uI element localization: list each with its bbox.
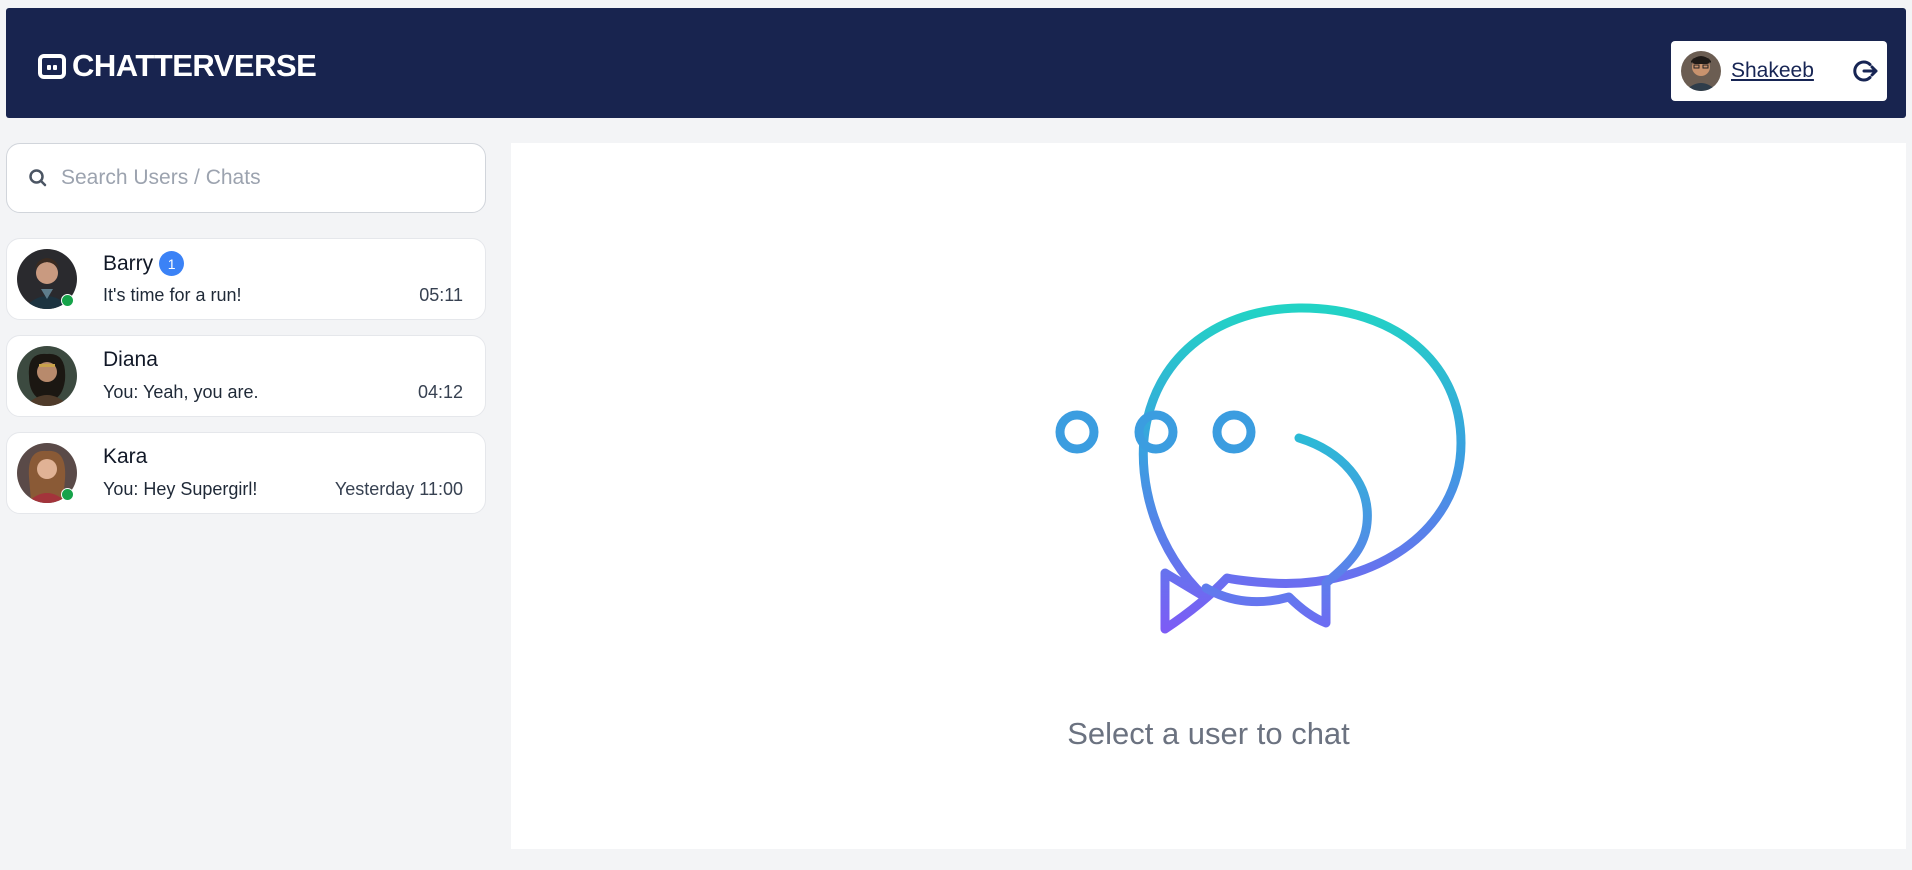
chat-name-label: Barry — [103, 251, 154, 275]
chat-bot-icon — [38, 53, 66, 79]
empty-state-text: Select a user to chat — [1067, 716, 1350, 751]
chat-preview: You: Hey Supergirl! — [103, 479, 258, 499]
unread-badge: 1 — [159, 251, 185, 276]
chat-preview: You: Yeah, you are. — [103, 382, 259, 402]
chat-bubbles-icon — [1055, 303, 1466, 634]
user-menu: Shakeeb — [1671, 41, 1887, 101]
top-header: CHATTERVERSE Shakeeb — [6, 8, 1906, 118]
brand-name: CHATTERVERSE — [72, 48, 317, 83]
chat-name: Diana — [103, 348, 158, 372]
chat-name: Kara — [103, 445, 147, 469]
chat-item-diana[interactable]: Diana You: Yeah, you are. 04:12 — [6, 335, 486, 417]
chat-item-barry[interactable]: Barry 1 It's time for a run! 05:11 — [6, 238, 486, 320]
chat-main-panel: Select a user to chat — [511, 143, 1906, 849]
chat-name-label: Kara — [103, 445, 148, 468]
chat-time: Yesterday 11:00 — [334, 479, 463, 499]
search-box — [6, 143, 486, 213]
search-input[interactable] — [59, 165, 459, 191]
chat-name-label: Diana — [103, 348, 158, 371]
online-status-dot — [61, 488, 74, 501]
logout-icon[interactable] — [1853, 58, 1879, 84]
avatar — [17, 443, 77, 503]
avatar — [17, 249, 77, 309]
chat-time: 05:11 — [419, 285, 463, 305]
online-status-dot — [61, 294, 74, 307]
chat-name: Barry 1 — [103, 251, 185, 276]
chat-preview: It's time for a run! — [103, 285, 242, 305]
chat-list: Barry 1 It's time for a run! 05:11 Diana… — [6, 238, 486, 529]
search-icon — [29, 169, 47, 187]
brand-logo[interactable]: CHATTERVERSE — [38, 48, 317, 84]
chat-item-kara[interactable]: Kara You: Hey Supergirl! Yesterday 11:00 — [6, 432, 486, 514]
chat-time: 04:12 — [417, 382, 463, 402]
avatar — [17, 346, 77, 406]
user-avatar[interactable] — [1681, 51, 1721, 91]
user-name-link[interactable]: Shakeeb — [1731, 59, 1814, 83]
